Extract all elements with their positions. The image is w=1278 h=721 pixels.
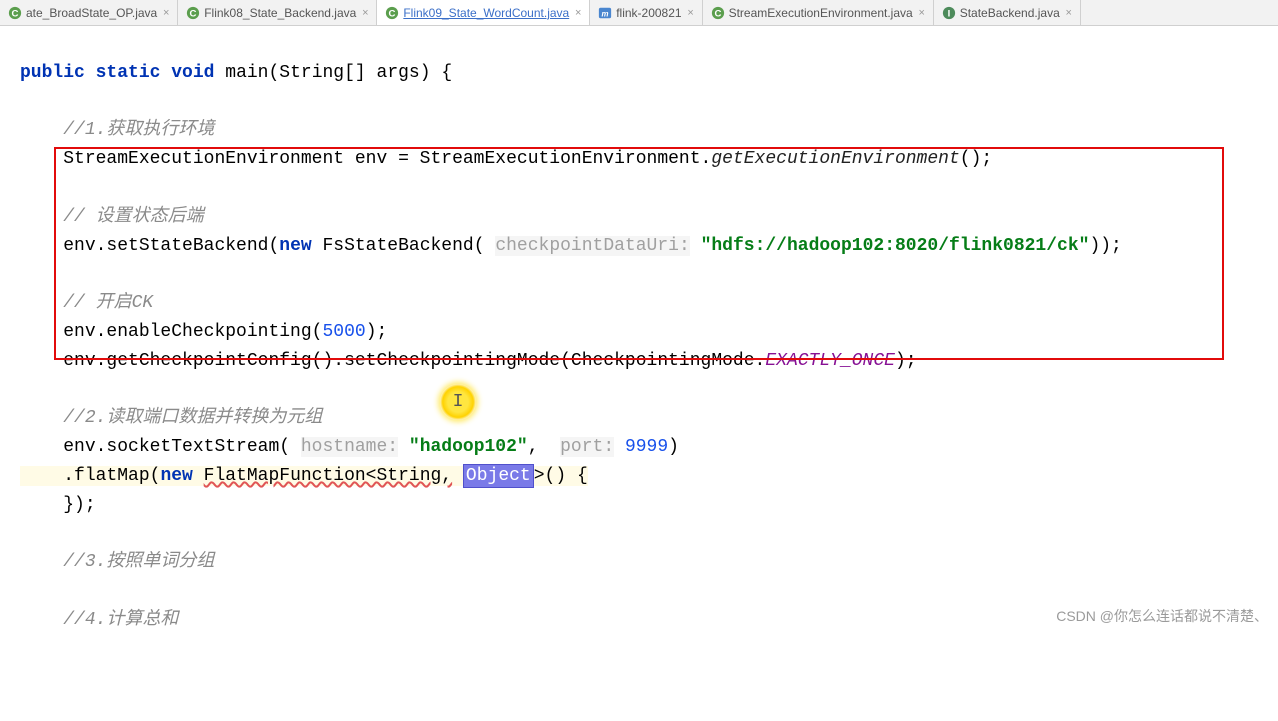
line-env-create: StreamExecutionEnvironment env = StreamE…: [63, 149, 992, 169]
comment-1: //1.获取执行环境: [63, 120, 214, 140]
tab-4[interactable]: C StreamExecutionEnvironment.java ×: [703, 0, 934, 25]
close-icon[interactable]: ×: [1064, 8, 1074, 18]
svg-text:C: C: [714, 8, 721, 19]
comment-3: //3.按照单词分组: [63, 552, 214, 572]
svg-text:m: m: [602, 9, 609, 18]
tab-label: ate_BroadState_OP.java: [26, 6, 157, 20]
line-close: });: [63, 495, 95, 515]
close-icon[interactable]: ×: [161, 8, 171, 18]
tab-label: StreamExecutionEnvironment.java: [729, 6, 913, 20]
tab-label: flink-200821: [616, 6, 681, 20]
kw-static: static: [96, 63, 161, 83]
kw-void: void: [171, 63, 214, 83]
close-icon[interactable]: ×: [686, 8, 696, 18]
comment-2: //2.读取端口数据并转换为元组: [63, 408, 322, 428]
svg-text:C: C: [389, 8, 396, 19]
close-icon[interactable]: ×: [360, 8, 370, 18]
comment-ck: // 开启CK: [63, 293, 153, 313]
line-backend: env.setStateBackend(new FsStateBackend( …: [63, 236, 1122, 256]
tab-label: StateBackend.java: [960, 6, 1060, 20]
line-ck-mode: env.getCheckpointConfig().setCheckpointi…: [63, 351, 916, 371]
svg-text:C: C: [12, 8, 19, 19]
cursor-highlight-icon: I: [440, 384, 476, 420]
line-socket: env.socketTextStream( hostname: "hadoop1…: [63, 437, 679, 457]
line-enable-ck: env.enableCheckpointing(5000);: [63, 322, 387, 342]
comment-backend: // 设置状态后端: [63, 207, 203, 227]
sig: (String[] args) {: [269, 63, 453, 83]
editor-tabs: Cate_BroadState_OP.java × C Flink08_State_B…: [0, 0, 1278, 26]
tab-3[interactable]: m flink-200821 ×: [590, 0, 702, 25]
tab-5[interactable]: I StateBackend.java ×: [934, 0, 1081, 25]
method-main: main: [225, 63, 268, 83]
watermark: CSDN @你怎么连话都说不清楚、: [1056, 606, 1268, 626]
close-icon[interactable]: ×: [573, 8, 583, 18]
svg-text:I: I: [947, 8, 950, 19]
tab-label: Flink08_State_Backend.java: [204, 6, 356, 20]
selected-object[interactable]: Object: [463, 464, 534, 488]
tab-label: Flink09_State_WordCount.java: [403, 6, 569, 20]
line-flatmap: .flatMap(new FlatMapFunction<String, Obj…: [20, 466, 588, 486]
comment-4: //4.计算总和: [63, 610, 178, 630]
close-icon[interactable]: ×: [917, 8, 927, 18]
tab-2[interactable]: C Flink09_State_WordCount.java ×: [377, 0, 590, 25]
tab-0[interactable]: Cate_BroadState_OP.java ×: [0, 0, 178, 25]
svg-text:C: C: [190, 8, 197, 19]
kw-public: public: [20, 63, 85, 83]
tab-1[interactable]: C Flink08_State_Backend.java ×: [178, 0, 377, 25]
